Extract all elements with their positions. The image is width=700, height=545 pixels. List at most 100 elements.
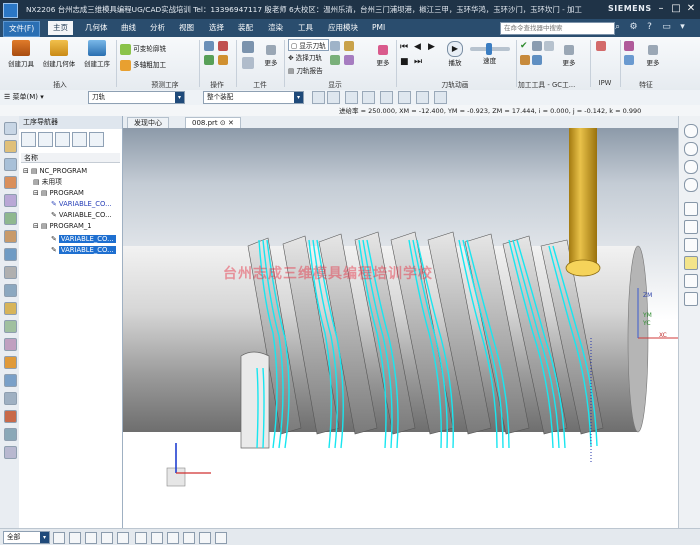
geometry-view-icon[interactable] — [55, 132, 70, 147]
zoom-window-icon[interactable] — [684, 220, 698, 234]
tab-analysis[interactable]: 分析 — [145, 21, 170, 35]
roles-list-icon[interactable] — [4, 446, 17, 459]
settings-icon[interactable]: ⚙ — [627, 21, 640, 34]
transparency-icon[interactable] — [199, 532, 211, 544]
search-icon[interactable]: ⌕ — [611, 21, 624, 34]
ipw-tools[interactable] — [594, 41, 610, 75]
machine-navigator-icon[interactable] — [4, 176, 17, 189]
process-studio-icon[interactable] — [4, 302, 17, 315]
wireframe-icon[interactable] — [684, 160, 698, 174]
view-orient-icon[interactable] — [434, 91, 447, 104]
palette-icon[interactable] — [4, 392, 17, 405]
rotate-view-icon[interactable] — [684, 238, 698, 252]
machine-tool-icons[interactable]: ✔ — [520, 41, 558, 75]
operation-tools[interactable] — [204, 41, 232, 75]
tree-node-unused[interactable]: ▤ 未用项 — [33, 177, 62, 188]
hide-icon[interactable] — [684, 178, 698, 192]
variable-contour-button[interactable]: 可变轮廓铣 — [120, 43, 166, 55]
system-materials-icon[interactable] — [4, 284, 17, 297]
tree-node-nc-program[interactable]: ⊟ ▤ NC_PROGRAM — [23, 166, 87, 177]
help-icon[interactable]: ? — [643, 21, 656, 34]
tab-applications[interactable]: 应用模块 — [323, 21, 363, 35]
fit-icon[interactable] — [345, 91, 358, 104]
tab-select[interactable]: 选择 — [204, 21, 229, 35]
history-icon[interactable] — [4, 266, 17, 279]
menu-button[interactable]: ☰ 菜单(M) ▾ — [4, 91, 44, 103]
eye-icon[interactable] — [684, 124, 698, 138]
workpiece-tools[interactable] — [240, 41, 260, 75]
filter-all-select[interactable]: 全部 ▾ — [3, 531, 50, 544]
tree-node-program[interactable]: ⊟ ▤ PROGRAM — [33, 188, 84, 199]
shaded-icon[interactable] — [684, 142, 698, 156]
nx-app-icon[interactable] — [3, 3, 18, 18]
operation-navigator-icon[interactable] — [4, 122, 17, 135]
ribbon-options-icon[interactable]: ▾ — [676, 21, 689, 34]
tab-render[interactable]: 渲染 — [263, 21, 288, 35]
manufacturing-wizard-icon[interactable] — [4, 320, 17, 333]
pan-icon[interactable] — [398, 91, 411, 104]
machine-tool-view-icon[interactable] — [38, 132, 53, 147]
feature-more-button[interactable]: 更多 — [642, 45, 664, 67]
close-button[interactable]: ✕ — [684, 3, 698, 15]
assembly-navigator-icon[interactable] — [4, 158, 17, 171]
assembly-filter-select[interactable]: 整个装配 ▾ — [203, 91, 304, 104]
tab-curve[interactable]: 曲线 — [116, 21, 141, 35]
history-palette-icon[interactable] — [4, 410, 17, 423]
snap-icon[interactable] — [312, 91, 325, 104]
machine-more-button[interactable]: 更多 — [558, 45, 580, 67]
pencil-icon[interactable] — [215, 532, 227, 544]
tree-node-program-1[interactable]: ⊟ ▤ PROGRAM_1 — [33, 221, 92, 232]
animation-controls[interactable]: ⏮ ◀ ▶ ■ ⏭ — [400, 42, 442, 72]
visibility-icon[interactable] — [167, 532, 179, 544]
file-menu[interactable]: 文件(F) — [3, 21, 41, 37]
select-curve-icon[interactable] — [101, 532, 113, 544]
speed-slider-thumb[interactable] — [486, 43, 492, 55]
window-icon[interactable]: ▭ — [660, 21, 673, 34]
hd3d-tools-icon[interactable] — [4, 374, 17, 387]
tree-node-operation[interactable]: ✎ VARIABLE_CO... — [51, 210, 112, 221]
type-filter-select[interactable]: 刀轨 ▾ — [88, 91, 185, 104]
show-icon[interactable] — [135, 532, 147, 544]
workpiece-more-button[interactable]: 更多 — [260, 45, 282, 67]
tree-node-operation-selected[interactable]: ✎ VARIABLE_CO... — [51, 245, 116, 256]
multi-axis-rough-button[interactable]: 多轴粗加工 — [120, 59, 166, 71]
create-operation-button[interactable]: 创建工序 — [80, 40, 114, 68]
reuse-library-icon[interactable] — [4, 212, 17, 225]
toolpath-report-button[interactable]: ▤ 刀轨报告 — [288, 65, 323, 75]
web-browser-icon[interactable] — [4, 248, 17, 261]
render-style-icon[interactable] — [416, 91, 429, 104]
hide-selection-icon[interactable] — [151, 532, 163, 544]
tool-library-icon[interactable] — [4, 230, 17, 243]
speed-slider[interactable] — [470, 43, 510, 55]
tab-assembly[interactable]: 装配 — [233, 21, 258, 35]
roles-icon[interactable] — [4, 338, 17, 351]
tab-home[interactable]: 主页 — [48, 21, 73, 35]
clock-icon[interactable] — [4, 428, 17, 441]
select-toolpath-button[interactable]: ✥ 选择刀轨 — [288, 52, 322, 62]
background-icon[interactable] — [684, 292, 698, 306]
part-navigator-icon[interactable] — [4, 140, 17, 153]
highlight-icon[interactable] — [684, 256, 698, 270]
constraint-icon[interactable] — [4, 194, 17, 207]
minimize-button[interactable]: – — [654, 3, 668, 15]
play-button[interactable]: ▶ 播放 — [444, 41, 466, 67]
select-face-icon[interactable] — [53, 532, 65, 544]
tree-node-operation-selected[interactable]: ✎ VARIABLE_CO... — [51, 234, 116, 245]
rotate-icon[interactable] — [380, 91, 393, 104]
expand-all-icon[interactable] — [89, 132, 104, 147]
select-edge-icon[interactable] — [85, 532, 97, 544]
method-view-icon[interactable] — [72, 132, 87, 147]
zoom-icon[interactable] — [362, 91, 375, 104]
tab-view[interactable]: 视图 — [174, 21, 199, 35]
tab-geometry[interactable]: 几何体 — [80, 21, 113, 35]
maximize-button[interactable]: □ — [669, 3, 683, 15]
tab-tools[interactable]: 工具 — [293, 21, 318, 35]
layer-icon[interactable] — [684, 274, 698, 288]
command-finder-input[interactable]: 在命令查找器中搜索 — [500, 22, 615, 35]
tab-pmi[interactable]: PMI — [367, 21, 390, 35]
tab-part-file[interactable]: 008.prt ⊙ ✕ — [185, 117, 241, 128]
display-icons[interactable] — [330, 41, 370, 75]
program-order-view-icon[interactable] — [21, 132, 36, 147]
display-more-button[interactable]: 更多 — [372, 45, 394, 67]
select-all-icon[interactable] — [327, 91, 340, 104]
